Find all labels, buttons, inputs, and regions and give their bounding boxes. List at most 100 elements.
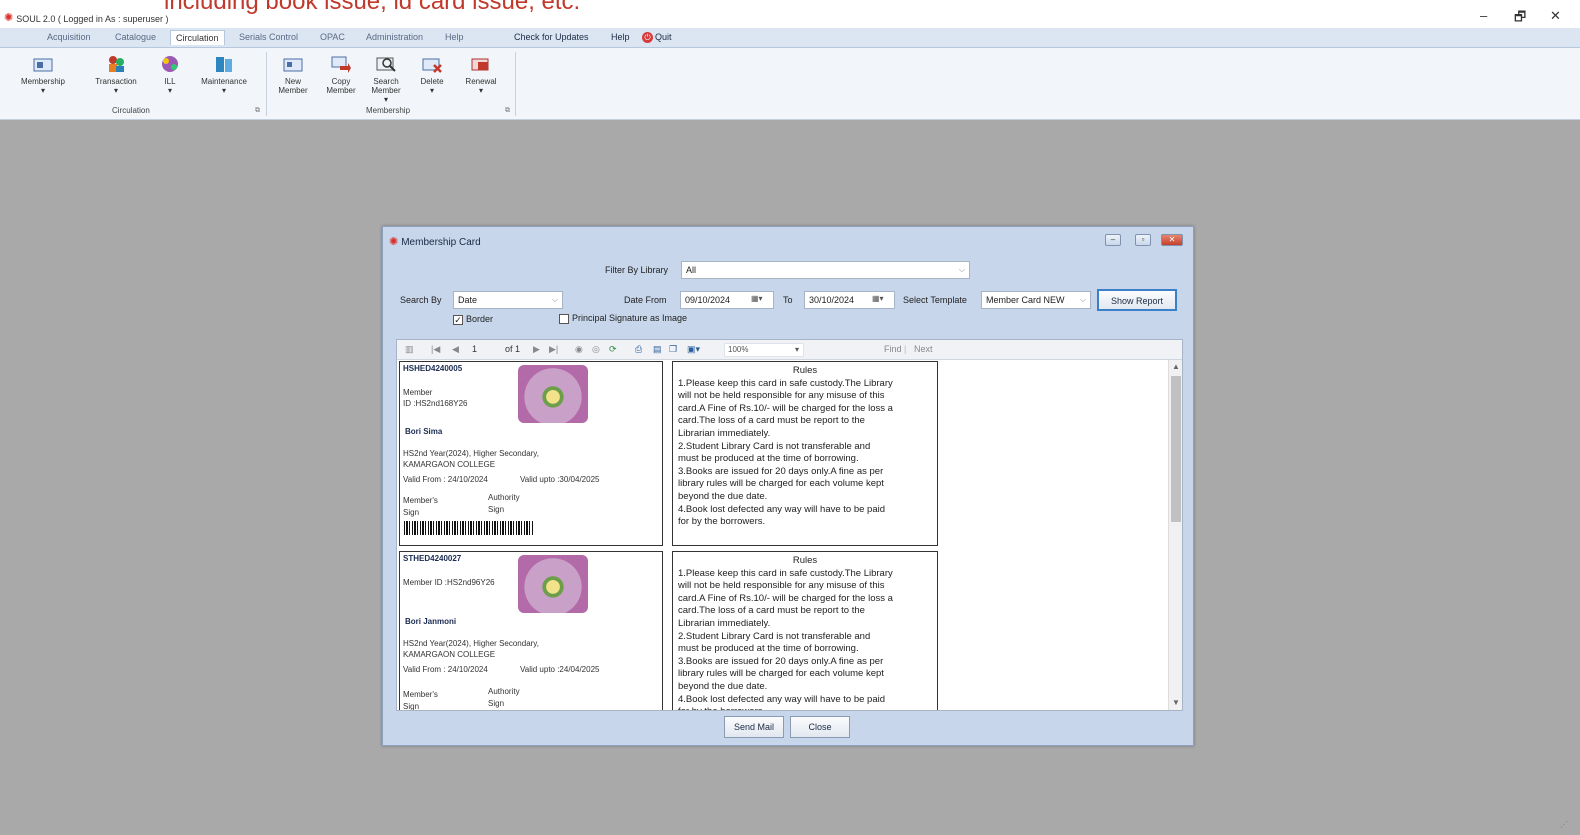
tab-circulation[interactable]: Circulation [170, 30, 225, 45]
close-window-button[interactable]: ✕ [1550, 8, 1561, 24]
membership-label: Membership [20, 77, 65, 86]
rules-line: 4.Book lost defected any way will have t… [678, 693, 886, 705]
filter-library-select[interactable]: All ⌵ [681, 261, 970, 279]
renewal-button[interactable]: Renewal ▾ [462, 54, 500, 95]
quit-button[interactable]: ⏻ Quit [642, 32, 672, 44]
new-member-icon [283, 58, 303, 72]
export-icon[interactable]: ▣▾ [687, 344, 700, 355]
send-mail-button[interactable]: Send Mail [724, 716, 784, 738]
membership-group-launcher-icon[interactable]: ⧉ [505, 107, 510, 115]
scroll-up-icon[interactable]: ▲ [1172, 362, 1180, 371]
last-page-icon[interactable]: ▶| [549, 344, 558, 355]
menu-bar: Acquisition Catalogue Circulation Serial… [0, 28, 1580, 48]
refresh-icon[interactable]: ⟳ [609, 344, 617, 355]
next-link[interactable]: Next [914, 344, 933, 354]
ill-button[interactable]: ILL ▾ [156, 54, 184, 95]
tab-help[interactable]: Help [445, 32, 464, 42]
new-member-button[interactable]: New Member [276, 54, 310, 95]
report-toolbar: ▥ |◀ ◀ 1 of 1 ▶ ▶| ◉ ◎ ⟳ ⎙ ▤ ❐ ▣▾ 100% ▾ … [397, 340, 1182, 360]
stop-icon[interactable]: ◎ [592, 344, 600, 355]
help-button[interactable]: Help [611, 32, 630, 42]
card-course: HS2nd Year(2024), Higher Secondary, [403, 639, 539, 648]
date-to-field[interactable]: 30/10/2024 ▦▾ [804, 291, 895, 309]
report-viewer: ▥ |◀ ◀ 1 of 1 ▶ ▶| ◉ ◎ ⟳ ⎙ ▤ ❐ ▣▾ 100% ▾ … [396, 339, 1183, 711]
circulation-group-label: Circulation [112, 106, 150, 115]
zoom-select[interactable]: 100% ▾ [724, 343, 804, 357]
dialog-close-button[interactable]: ✕ [1161, 234, 1183, 246]
transaction-label: Transaction [95, 77, 137, 86]
card-college: KAMARGAON COLLEGE [403, 460, 496, 469]
prev-page-icon[interactable]: ◀ [452, 344, 459, 355]
report-page-clip: STHED4240027 Member ID :HS2nd96Y26 Bori … [397, 549, 1167, 710]
rules-line: will not be held responsible for any mis… [678, 580, 885, 592]
search-by-select[interactable]: Date ⌵ [453, 291, 563, 309]
transaction-button[interactable]: Transaction ▾ [88, 54, 144, 95]
find-link[interactable]: Find [884, 344, 902, 354]
soul-logo-icon: ✺ [4, 12, 14, 24]
ill-label: ILL [164, 77, 176, 86]
first-page-icon[interactable]: |◀ [431, 344, 440, 355]
membership-button[interactable]: Membership ▾ [18, 54, 68, 95]
rules-line: card.A Fine of Rs.10/- will be charged f… [678, 402, 893, 414]
restore-button[interactable]: 🗗 [1514, 8, 1526, 30]
tab-serials-control[interactable]: Serials Control [239, 32, 298, 42]
tab-administration[interactable]: Administration [366, 32, 423, 42]
show-report-button[interactable]: Show Report [1097, 289, 1177, 311]
border-label: Border [466, 314, 494, 324]
title-bar: including book issue, id card issue, etc… [0, 0, 1580, 28]
document-map-icon[interactable]: ▥ [405, 344, 414, 355]
scroll-down-icon[interactable]: ▼ [1172, 698, 1180, 707]
minimize-button[interactable]: – [1480, 8, 1487, 23]
tab-catalogue[interactable]: Catalogue [115, 32, 156, 42]
rules-line: library rules will be charged for each v… [678, 478, 884, 490]
page-number-input[interactable]: 1 [472, 344, 477, 354]
delete-member-label: Delete [420, 77, 444, 86]
card-authority-sign: Authority Sign [488, 687, 520, 708]
calendar-icon[interactable]: ▦▾ [872, 294, 892, 306]
rules-line: card.The loss of a card must be report t… [678, 415, 865, 427]
rules-line: Librarian immediately. [678, 427, 771, 439]
check-updates-button[interactable]: Check for Updates [514, 32, 589, 42]
next-page-icon[interactable]: ▶ [533, 344, 540, 355]
close-button[interactable]: Close [790, 716, 850, 738]
page-setup-icon[interactable]: ❐ [669, 344, 677, 355]
rules-title: Rules [792, 555, 818, 566]
rules-line: 3.Books are issued for 20 days only.A fi… [678, 465, 884, 477]
circulation-group-launcher-icon[interactable]: ⧉ [255, 107, 260, 115]
rules-line: beyond the due date. [678, 680, 768, 692]
rules-line: beyond the due date. [678, 490, 768, 502]
delete-member-button[interactable]: Delete ▾ [416, 54, 448, 95]
copy-member-button[interactable]: Copy Member [322, 54, 360, 95]
tab-opac[interactable]: OPAC [320, 32, 345, 42]
card-authority-sign: Authority Sign [488, 493, 520, 514]
scrollbar-thumb[interactable] [1171, 376, 1181, 522]
date-from-value: 09/10/2024 [685, 295, 731, 305]
chevron-down-icon: ⌵ [551, 295, 558, 304]
card-member-sign: Member's Sign [403, 690, 438, 710]
print-layout-icon[interactable]: ▤ [653, 344, 662, 355]
border-checkbox[interactable]: ✓ Border [453, 314, 493, 325]
card-member-label: Member [403, 388, 433, 397]
chevron-down-icon: ⌵ [958, 265, 965, 274]
calendar-icon[interactable]: ▦▾ [751, 294, 771, 306]
search-member-button[interactable]: Search Member ▾ [367, 54, 405, 104]
resize-grip-icon[interactable]: ⋰ [1560, 820, 1568, 829]
back-icon[interactable]: ◉ [575, 344, 583, 355]
card-code: HSHED4240005 [403, 364, 463, 373]
rules-line: 1.Please keep this card in safe custody.… [678, 377, 893, 389]
principal-signature-checkbox[interactable]: Principal Signature as Image [559, 313, 687, 324]
rules-line: 3.Books are issued for 20 days only.A fi… [678, 655, 884, 667]
zoom-value: 100% [728, 345, 749, 354]
dialog-maximize-button[interactable]: ▫ [1135, 234, 1151, 246]
tab-acquisition[interactable]: Acquisition [47, 32, 91, 42]
report-scrollbar[interactable]: ▲ ▼ [1168, 360, 1182, 710]
rules-line: card.The loss of a card must be report t… [678, 605, 865, 617]
chevron-down-icon: ⌵ [1079, 295, 1086, 304]
dialog-minimize-button[interactable]: – [1105, 234, 1121, 246]
maintenance-button[interactable]: Maintenance ▾ [196, 54, 252, 95]
date-from-field[interactable]: 09/10/2024 ▦▾ [680, 291, 774, 309]
template-select[interactable]: Member Card NEW ⌵ [981, 291, 1091, 309]
print-icon[interactable]: ⎙ [635, 344, 642, 355]
copy-member-label: Copy Member [326, 77, 356, 95]
rules-panel: Rules 1.Please keep this card in safe cu… [672, 361, 938, 546]
